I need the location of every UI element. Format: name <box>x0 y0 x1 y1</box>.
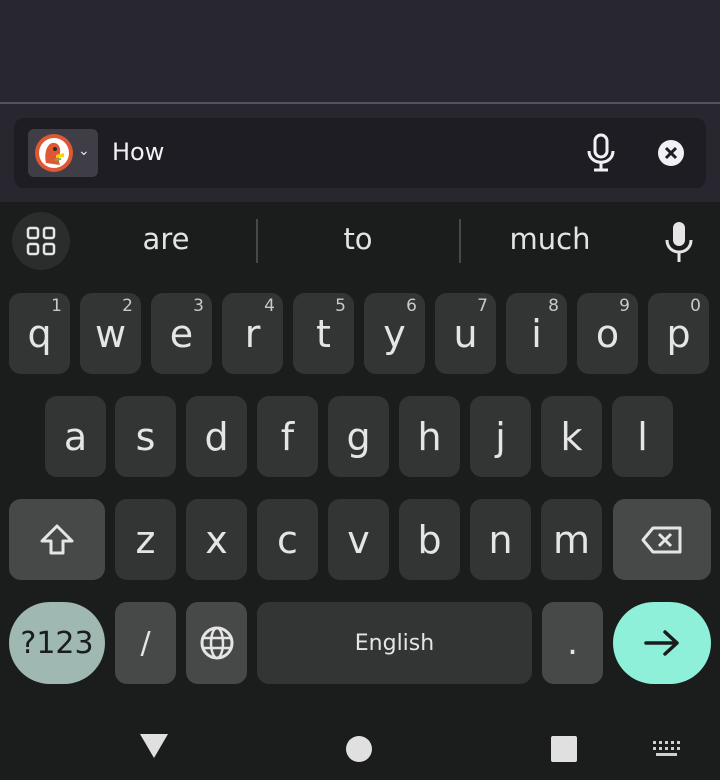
key-t[interactable]: t5 <box>293 293 354 374</box>
key-l[interactable]: l <box>612 396 673 477</box>
enter-key[interactable] <box>613 602 711 684</box>
key-c[interactable]: c <box>257 499 318 580</box>
key-label: p <box>666 311 691 356</box>
key-hint: 9 <box>619 296 630 316</box>
key-k[interactable]: k <box>541 396 602 477</box>
key-d[interactable]: d <box>186 396 247 477</box>
key-j[interactable]: j <box>470 396 531 477</box>
suggestion-1[interactable]: are <box>106 222 226 256</box>
mic-icon[interactable] <box>584 132 618 172</box>
key-y[interactable]: y6 <box>364 293 425 374</box>
key-b[interactable]: b <box>399 499 460 580</box>
symbols-key[interactable]: ?123 <box>9 602 105 684</box>
key-r[interactable]: r4 <box>222 293 283 374</box>
key-i[interactable]: i8 <box>506 293 567 374</box>
key-hint: 2 <box>122 296 133 316</box>
key-hint: 3 <box>193 296 204 316</box>
key-u[interactable]: u7 <box>435 293 496 374</box>
key-label: r <box>244 311 261 356</box>
arrow-right-icon <box>644 630 679 656</box>
key-label: e <box>169 311 194 356</box>
key-hint: 1 <box>51 296 62 316</box>
key-v[interactable]: v <box>328 499 389 580</box>
backspace-key[interactable] <box>613 499 711 580</box>
key-label: u <box>453 311 478 356</box>
key-m[interactable]: m <box>541 499 602 580</box>
chevron-down-icon: ⌄ <box>78 143 90 159</box>
key-g[interactable]: g <box>328 396 389 477</box>
shift-key[interactable] <box>9 499 105 580</box>
key-hint: 6 <box>406 296 417 316</box>
back-icon[interactable] <box>138 732 170 760</box>
key-label: t <box>316 311 331 356</box>
language-key[interactable] <box>186 602 247 684</box>
suggestion-2[interactable]: to <box>298 222 418 256</box>
key-label: w <box>94 311 127 356</box>
key-hint: 7 <box>477 296 488 316</box>
key-w[interactable]: w2 <box>80 293 141 374</box>
key-o[interactable]: o9 <box>577 293 638 374</box>
period-key[interactable]: . <box>542 602 603 684</box>
recents-icon[interactable] <box>550 735 578 763</box>
apps-grid-button[interactable] <box>12 212 70 270</box>
search-input[interactable]: How <box>112 138 164 166</box>
key-label: i <box>531 311 542 356</box>
duckduckgo-logo-icon <box>35 134 73 172</box>
key-f[interactable]: f <box>257 396 318 477</box>
shift-icon <box>40 524 74 554</box>
key-p[interactable]: p0 <box>648 293 709 374</box>
space-bar[interactable]: English <box>257 602 532 684</box>
suggestion-divider <box>459 219 461 263</box>
key-z[interactable]: z <box>115 499 176 580</box>
key-label: q <box>27 311 52 356</box>
key-hint: 5 <box>335 296 346 316</box>
key-e[interactable]: e3 <box>151 293 212 374</box>
app-content-area <box>0 0 720 102</box>
key-n[interactable]: n <box>470 499 531 580</box>
key-x[interactable]: x <box>186 499 247 580</box>
search-bar: ⌄ How <box>14 118 706 188</box>
suggestion-divider <box>256 219 258 263</box>
home-icon[interactable] <box>345 735 373 763</box>
keyboard: are to much q1 w2 e3 r4 t5 y6 u7 i8 o9 p… <box>0 202 720 780</box>
key-q[interactable]: q1 <box>9 293 70 374</box>
key-a[interactable]: a <box>45 396 106 477</box>
search-engine-selector[interactable]: ⌄ <box>28 129 98 177</box>
key-hint: 4 <box>264 296 275 316</box>
key-label: y <box>383 311 406 356</box>
grid-icon <box>26 226 56 256</box>
system-navigation-bar <box>0 716 720 780</box>
search-container: ⌄ How <box>0 104 720 202</box>
keyboard-switch-icon[interactable] <box>652 740 682 758</box>
key-s[interactable]: s <box>115 396 176 477</box>
clear-icon[interactable] <box>656 138 686 168</box>
globe-icon <box>200 626 233 660</box>
voice-input-icon[interactable] <box>662 220 696 264</box>
slash-key[interactable]: / <box>115 602 176 684</box>
backspace-icon <box>641 526 682 553</box>
key-h[interactable]: h <box>399 396 460 477</box>
key-hint: 0 <box>690 296 701 316</box>
key-label: o <box>595 311 620 356</box>
key-hint: 8 <box>548 296 559 316</box>
suggestion-3[interactable]: much <box>488 222 612 256</box>
